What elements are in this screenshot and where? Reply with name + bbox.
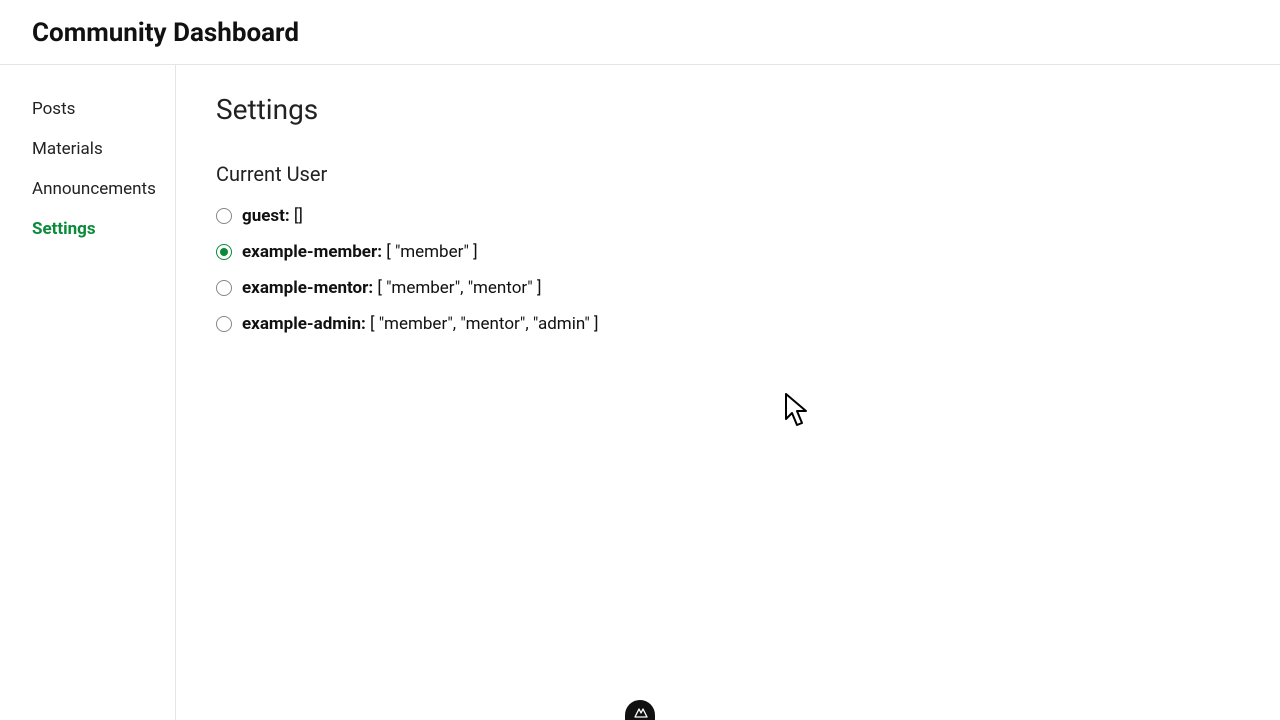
main-content: Settings Current User guest: [] example-… (176, 65, 1280, 720)
sidebar-item-label: Materials (32, 139, 103, 159)
sidebar-item-label: Announcements (32, 179, 156, 199)
user-roles: [ "member" ] (386, 242, 477, 262)
section-title: Current User (216, 162, 1240, 186)
user-radio-example-member[interactable]: example-member: [ "member" ] (216, 242, 1240, 262)
header: Community Dashboard (0, 0, 1280, 65)
user-radio-example-admin[interactable]: example-admin: [ "member", "mentor", "ad… (216, 314, 1240, 334)
sidebar: Posts Materials Announcements Settings (0, 65, 176, 720)
user-name: example-member: (242, 242, 382, 262)
radio-icon (216, 316, 232, 332)
user-radio-guest[interactable]: guest: [] (216, 206, 1240, 226)
user-roles: [ "member", "mentor" ] (377, 278, 541, 298)
sidebar-item-posts[interactable]: Posts (32, 89, 175, 129)
radio-icon (216, 280, 232, 296)
user-roles: [ "member", "mentor", "admin" ] (370, 314, 598, 334)
app-title: Community Dashboard (32, 18, 1248, 48)
user-roles: [] (294, 206, 303, 226)
sidebar-item-settings[interactable]: Settings (32, 209, 175, 249)
sidebar-item-label: Posts (32, 99, 75, 119)
radio-icon (216, 208, 232, 224)
sidebar-item-materials[interactable]: Materials (32, 129, 175, 169)
sidebar-item-label: Settings (32, 219, 96, 239)
sidebar-item-announcements[interactable]: Announcements (32, 169, 175, 209)
user-radio-example-mentor[interactable]: example-mentor: [ "member", "mentor" ] (216, 278, 1240, 298)
user-name: guest: (242, 206, 290, 226)
radio-label: example-admin: [ "member", "mentor", "ad… (242, 314, 599, 334)
user-name: example-mentor: (242, 278, 373, 298)
radio-label: example-mentor: [ "member", "mentor" ] (242, 278, 541, 298)
nuxt-logo-icon (632, 706, 648, 718)
page-title: Settings (216, 93, 1240, 126)
user-radio-list: guest: [] example-member: [ "member" ] e… (216, 206, 1240, 334)
body: Posts Materials Announcements Settings S… (0, 65, 1280, 720)
radio-label: example-member: [ "member" ] (242, 242, 478, 262)
radio-label: guest: [] (242, 206, 303, 226)
radio-icon (216, 244, 232, 260)
user-name: example-admin: (242, 314, 366, 334)
